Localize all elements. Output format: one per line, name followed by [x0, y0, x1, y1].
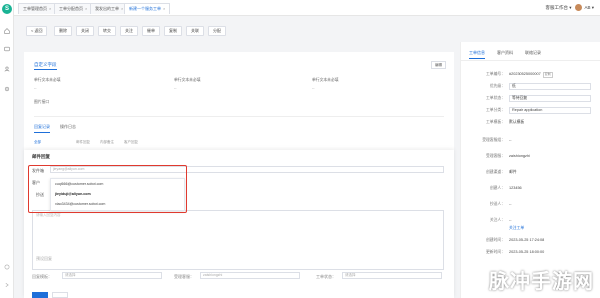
- priority-select[interactable]: 低: [509, 82, 591, 90]
- home-icon[interactable]: [4, 28, 10, 34]
- info-row-channel: 创建渠道： 邮件: [486, 170, 517, 174]
- close-icon[interactable]: ×: [121, 6, 123, 11]
- preset-reply[interactable]: 预设回复: [36, 256, 52, 262]
- chat-icon[interactable]: [4, 46, 10, 52]
- tab-reply-records[interactable]: 回复记录: [34, 124, 50, 133]
- reply-type-note[interactable]: 内部备注: [100, 140, 114, 145]
- action-toolbar: < 返回 删除 关闭 转交 关注 催单 复制 关联 分配: [14, 26, 464, 38]
- info-row-follow-action: 关注工单: [465, 224, 597, 232]
- tab-ticket-home[interactable]: 工单管理首页 ×: [18, 3, 57, 14]
- status-select[interactable]: 等待回复: [509, 94, 591, 102]
- info-row-updated: 更新时间： 2023-05-25 18:00:00: [486, 250, 545, 254]
- expand-icon[interactable]: [4, 282, 10, 288]
- assign-button[interactable]: 分配: [208, 26, 226, 36]
- user-area[interactable]: 客服工作台 ▾ AB ▾: [545, 3, 594, 13]
- info-row-priority: 优先级： 低: [465, 82, 597, 90]
- agent-select[interactable]: zaishiongzhi: [200, 272, 300, 279]
- close-icon[interactable]: ×: [49, 6, 51, 11]
- reply-type-customer[interactable]: 客户回复: [124, 140, 138, 145]
- tab-my-tickets[interactable]: 我发出的工单 ×: [90, 3, 129, 14]
- info-row-created: 创建时间： 2023-05-25 17:24:08: [486, 238, 545, 242]
- info-row-agent-group: 受理客服组： --: [482, 138, 512, 142]
- settings-icon[interactable]: [4, 86, 10, 92]
- info-row-category: 工单分类： Repair application: [465, 106, 597, 114]
- close-icon[interactable]: ×: [85, 6, 87, 11]
- reply-type-all[interactable]: 全部: [34, 140, 41, 145]
- tab-label: 新建一个服务工单: [129, 6, 161, 11]
- left-rail: S: [0, 0, 14, 298]
- custom-field: 单行文本未必填 --: [312, 78, 339, 90]
- info-row-status: 工单状态： 等待回复: [465, 94, 597, 102]
- tab-assign-home[interactable]: 工单分配首页 ×: [54, 3, 93, 14]
- info-row-cc: 抄送人： --: [489, 202, 512, 206]
- follow-button[interactable]: 关注: [120, 26, 138, 36]
- divider: [34, 116, 444, 117]
- tab-label: 我发出的工单: [95, 6, 119, 11]
- reply-type-email[interactable]: 邮件回复: [76, 140, 90, 145]
- tab-label: 工单分配首页: [59, 6, 83, 11]
- help-icon[interactable]: [4, 264, 10, 270]
- follow-ticket-link[interactable]: 关注工单: [509, 224, 524, 232]
- highlight-box: [28, 165, 187, 213]
- delete-button[interactable]: 删除: [54, 26, 72, 36]
- link-button[interactable]: 关联: [186, 26, 204, 36]
- status-label: 工单状态：: [316, 274, 336, 279]
- template-label: 回复模板：: [32, 274, 52, 279]
- user-icon[interactable]: [4, 66, 10, 72]
- workspace-switcher[interactable]: 客服工作台 ▾: [545, 5, 571, 10]
- info-row-template: 工单模板： 默认模板: [486, 120, 525, 124]
- category-select[interactable]: Repair application: [509, 106, 591, 114]
- custom-field: 单行文本未必填 --: [174, 78, 201, 90]
- divider: [461, 60, 600, 61]
- status-select[interactable]: 请选择: [342, 272, 442, 279]
- image-field-label: 图片接口: [34, 100, 50, 104]
- modal-title: 邮件回复: [32, 154, 50, 159]
- tab-operation-log[interactable]: 操作日志: [60, 124, 76, 130]
- custom-field: 单行文本未必填 --: [34, 78, 61, 90]
- transfer-button[interactable]: 转交: [98, 26, 116, 36]
- close-icon[interactable]: ×: [163, 6, 165, 11]
- back-button[interactable]: < 返回: [26, 26, 48, 36]
- edit-button[interactable]: 编辑: [431, 61, 446, 69]
- tab-label: 工单管理首页: [23, 6, 47, 11]
- app-logo[interactable]: S: [2, 4, 12, 14]
- send-button[interactable]: [32, 292, 48, 298]
- info-row-ticket-id: 工单编号： #20230525000007 复制: [486, 72, 553, 78]
- info-row-agent: 受理客服： zaishiongzhi: [486, 154, 530, 158]
- info-row-creator: 创建人： 123456: [489, 186, 522, 190]
- ticket-info-panel: 工单信息 客户资料 联络记录 工单编号： #20230525000007 复制 优…: [460, 42, 600, 298]
- reply-placeholder: 请输入回复内容: [36, 213, 61, 217]
- template-select[interactable]: 请选择: [62, 272, 162, 279]
- info-row-followers: 关注人： --: [489, 218, 512, 222]
- tab-ticket-info[interactable]: 工单信息: [469, 50, 485, 59]
- close-button[interactable]: 关闭: [76, 26, 94, 36]
- tab-customer-info[interactable]: 客户资料: [497, 50, 513, 56]
- custom-fields-title: 自定义字段: [34, 62, 57, 70]
- tab-new-ticket[interactable]: 新建一个服务工单 ×: [124, 3, 171, 14]
- avatar[interactable]: [575, 4, 583, 12]
- copy-badge[interactable]: 复制: [542, 72, 553, 78]
- user-menu[interactable]: AB ▾: [584, 5, 594, 10]
- site-watermark: 脉冲手游网: [489, 271, 594, 293]
- agent-label: 受理客服：: [174, 274, 194, 279]
- copy-button[interactable]: 复制: [164, 26, 182, 36]
- cancel-button[interactable]: [52, 292, 68, 298]
- top-bar: 工单管理首页 × 工单分配首页 × 我发出的工单 × 新建一个服务工单 × 客服工作台 …: [14, 0, 600, 16]
- tab-contact-records[interactable]: 联络记录: [525, 50, 541, 56]
- urge-button[interactable]: 催单: [142, 26, 160, 36]
- reply-body-input[interactable]: 请输入回复内容: [32, 210, 444, 270]
